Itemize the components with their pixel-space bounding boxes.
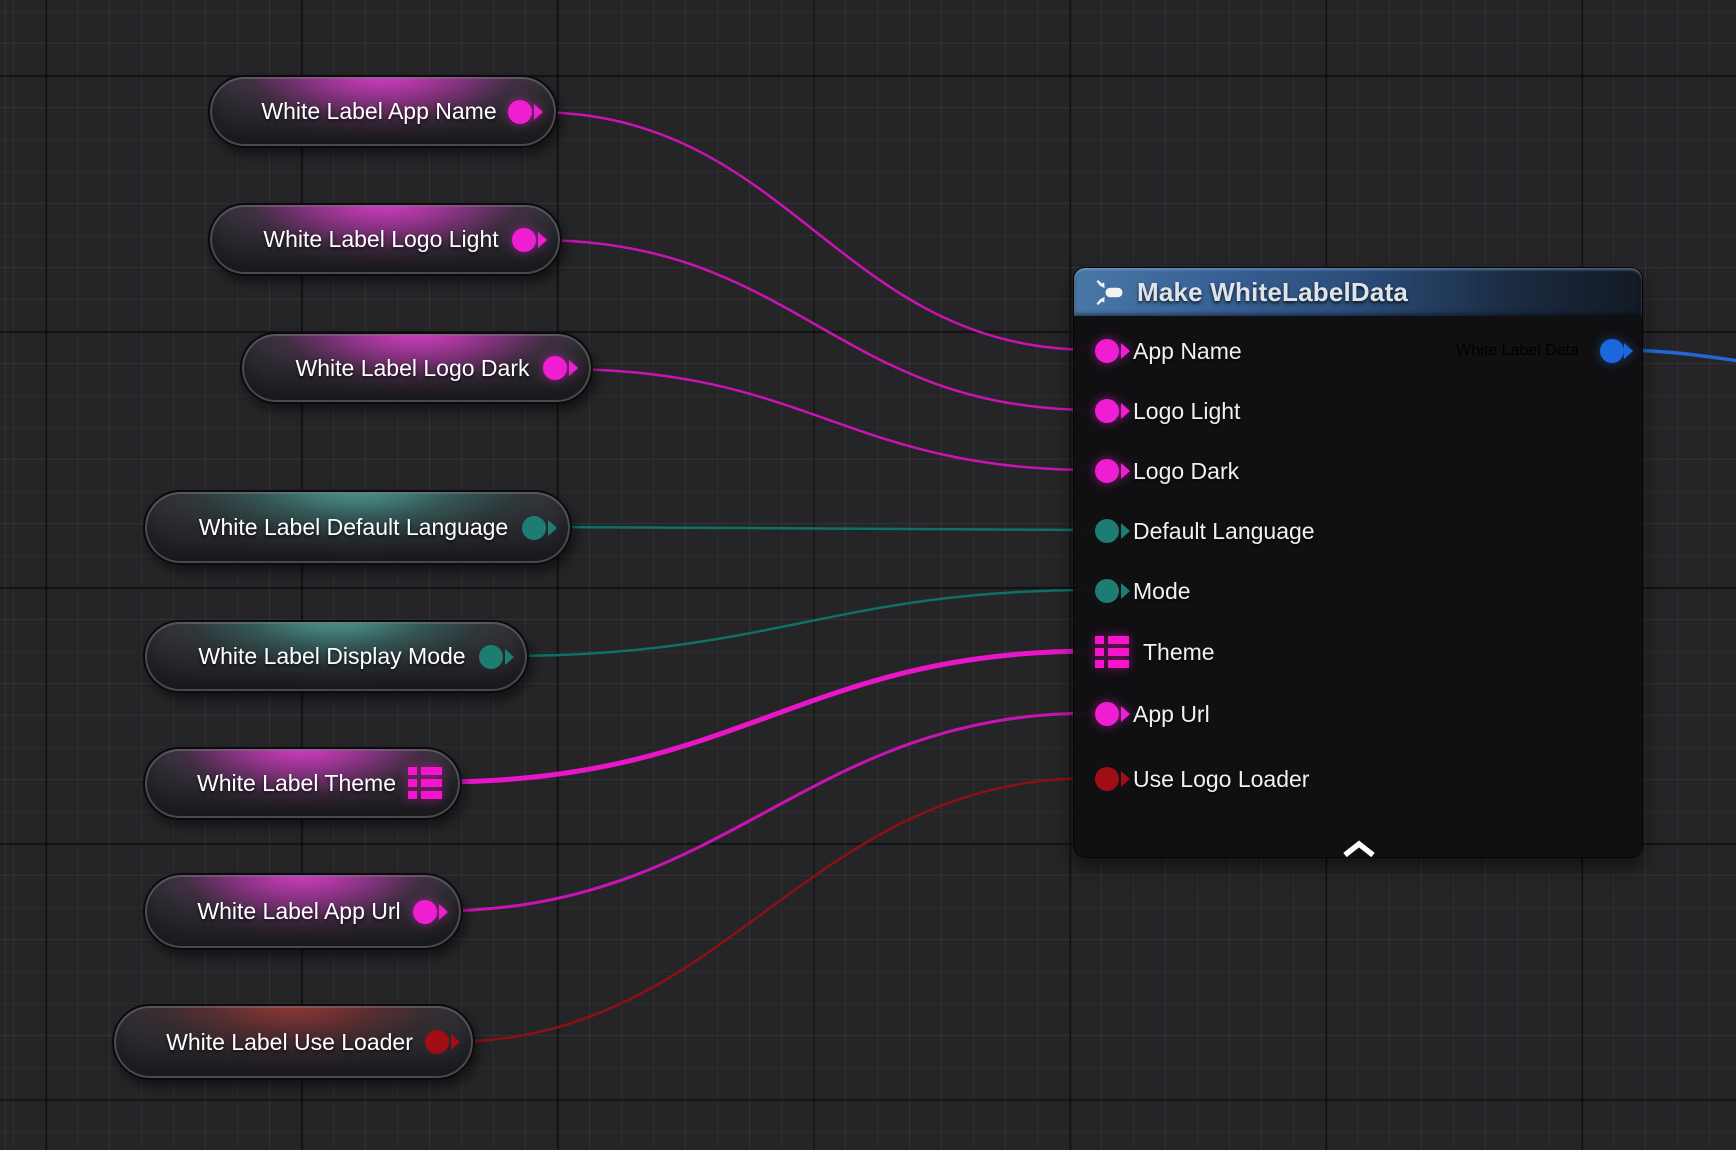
- variable-label: White Label App Url: [185, 898, 413, 925]
- wire-app-name[interactable]: [534, 112, 1094, 350]
- variable-label: White Label Default Language: [185, 514, 522, 541]
- pin-label: Logo Light: [1133, 398, 1240, 425]
- make-struct-icon: [1096, 279, 1123, 306]
- output-row-white-label-data: White Label Data: [1456, 328, 1624, 374]
- node-title: Make WhiteLabelData: [1137, 277, 1408, 308]
- variable-label: White Label Use Loader: [154, 1029, 425, 1056]
- variable-label: White Label Display Mode: [185, 643, 479, 670]
- input-row-app-url: App Url: [1095, 691, 1210, 737]
- variable-label: White Label Logo Light: [250, 226, 512, 253]
- input-pin-use-logo-loader[interactable]: [1095, 767, 1119, 791]
- variable-label: White Label Theme: [185, 770, 408, 797]
- pin-label: Logo Dark: [1133, 458, 1239, 485]
- wire-use-loader[interactable]: [448, 778, 1094, 1042]
- output-pin-bool[interactable]: [425, 1030, 449, 1054]
- output-pin-string[interactable]: [512, 228, 536, 252]
- make-whitelabeldata-node[interactable]: Make WhiteLabelData App Name Logo Light …: [1073, 267, 1643, 858]
- input-pin-logo-light[interactable]: [1095, 399, 1119, 423]
- output-pin-enum[interactable]: [522, 516, 546, 540]
- input-row-theme: Theme: [1095, 629, 1215, 675]
- node-header[interactable]: Make WhiteLabelData: [1074, 268, 1642, 316]
- variable-label: White Label Logo Dark: [282, 355, 543, 382]
- output-pin-string[interactable]: [543, 356, 567, 380]
- variable-node-white-label-theme[interactable]: White Label Theme: [143, 747, 462, 820]
- output-pin-string[interactable]: [508, 100, 532, 124]
- pin-label: App Url: [1133, 701, 1210, 728]
- input-pin-app-url[interactable]: [1095, 702, 1119, 726]
- variable-label: White Label App Name: [250, 98, 508, 125]
- variable-node-white-label-logo-light[interactable]: White Label Logo Light: [208, 203, 562, 276]
- pin-label: App Name: [1133, 338, 1242, 365]
- blueprint-graph-canvas[interactable]: White Label App Name White Label Logo Li…: [0, 0, 1736, 1150]
- output-pin-enum[interactable]: [479, 645, 503, 669]
- output-pin-white-label-data[interactable]: [1600, 339, 1624, 363]
- pin-label: White Label Data: [1456, 342, 1579, 360]
- wire-logo-dark[interactable]: [560, 369, 1094, 470]
- input-row-logo-dark: Logo Dark: [1095, 448, 1239, 494]
- input-pin-default-language[interactable]: [1095, 519, 1119, 543]
- wire-logo-light[interactable]: [537, 240, 1094, 410]
- wire-theme[interactable]: [438, 651, 1094, 782]
- variable-node-white-label-display-mode[interactable]: White Label Display Mode: [143, 620, 529, 693]
- wire-app-url[interactable]: [436, 713, 1094, 911]
- collapse-node-button[interactable]: [1341, 840, 1377, 858]
- struct-pin-icon[interactable]: [408, 767, 442, 800]
- input-pin-app-name[interactable]: [1095, 339, 1119, 363]
- variable-node-white-label-logo-dark[interactable]: White Label Logo Dark: [240, 332, 593, 404]
- output-pin-string[interactable]: [413, 900, 437, 924]
- wire-default-language[interactable]: [547, 527, 1094, 530]
- input-row-app-name: App Name: [1095, 328, 1242, 374]
- wire-display-mode[interactable]: [507, 590, 1094, 656]
- variable-node-white-label-use-loader[interactable]: White Label Use Loader: [112, 1004, 475, 1080]
- input-pin-theme-struct-icon[interactable]: [1095, 636, 1129, 669]
- input-row-mode: Mode: [1095, 568, 1191, 614]
- input-pin-mode[interactable]: [1095, 579, 1119, 603]
- variable-node-white-label-app-name[interactable]: White Label App Name: [208, 75, 558, 148]
- input-row-logo-light: Logo Light: [1095, 388, 1240, 434]
- pin-label: Mode: [1133, 578, 1191, 605]
- variable-node-white-label-app-url[interactable]: White Label App Url: [143, 873, 463, 950]
- input-row-use-logo-loader: Use Logo Loader: [1095, 756, 1309, 802]
- pin-label: Theme: [1143, 639, 1215, 666]
- pin-label: Use Logo Loader: [1133, 766, 1309, 793]
- pin-label: Default Language: [1133, 518, 1315, 545]
- chevron-up-icon: [1345, 844, 1373, 855]
- variable-node-white-label-default-language[interactable]: White Label Default Language: [143, 490, 572, 565]
- input-row-default-language: Default Language: [1095, 508, 1315, 554]
- input-pin-logo-dark[interactable]: [1095, 459, 1119, 483]
